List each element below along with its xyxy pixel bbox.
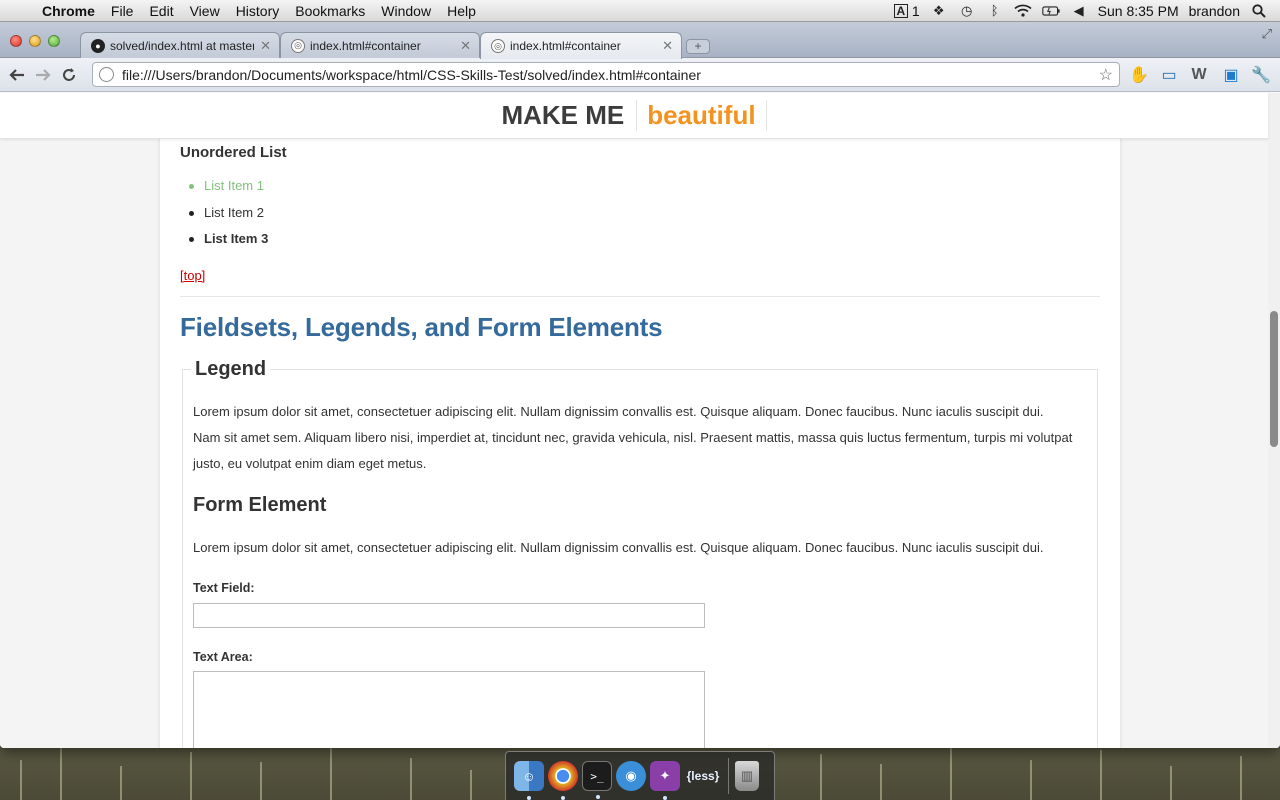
time-machine-icon[interactable]: ◷	[958, 3, 976, 18]
menu-help[interactable]: Help	[439, 3, 484, 19]
window-controls	[10, 35, 60, 47]
terminal-icon[interactable]: >_	[582, 761, 612, 799]
menu-app-name[interactable]: Chrome	[38, 3, 103, 19]
fullscreen-icon[interactable]: ⤢	[1262, 26, 1272, 42]
volume-icon[interactable]: ◀	[1070, 3, 1088, 18]
tab-index-1[interactable]: ◎ index.html#container ✕	[280, 32, 480, 58]
browser-window: ● solved/index.html at master ✕ ◎ index.…	[0, 22, 1280, 748]
address-bar[interactable]: file:///Users/brandon/Documents/workspac…	[92, 62, 1120, 87]
menu-edit[interactable]: Edit	[141, 3, 181, 19]
text-field-input[interactable]	[193, 603, 705, 628]
menu-history[interactable]: History	[228, 3, 288, 19]
legend-paragraph: Lorem ipsum dolor sit amet, consectetuer…	[193, 404, 1073, 471]
new-tab-button[interactable]: +	[686, 39, 710, 54]
menu-bookmarks[interactable]: Bookmarks	[287, 3, 373, 19]
brand-primary[interactable]: MAKE ME	[501, 100, 638, 131]
page-scrollbar[interactable]	[1268, 93, 1280, 748]
dock: ☺ >_ ◉ ✦ {less} ▥	[505, 751, 775, 800]
codekit-icon[interactable]: ✦	[650, 761, 680, 800]
globe-icon: ◎	[291, 38, 305, 53]
wifi-icon[interactable]	[1014, 4, 1032, 18]
scrollbar-thumb[interactable]	[1270, 311, 1278, 447]
forward-button[interactable]	[30, 62, 56, 88]
form-paragraph: Lorem ipsum dolor sit amet, consectetuer…	[193, 540, 1044, 555]
tab-title: index.html#container	[510, 39, 621, 53]
form-element-heading: Form Element	[193, 494, 327, 516]
menu-file[interactable]: File	[103, 3, 142, 19]
list-item: List Item 2	[188, 204, 268, 231]
zoom-window-button[interactable]	[48, 35, 60, 47]
github-icon: ●	[91, 38, 105, 53]
section-divider	[180, 296, 1100, 297]
chrome-icon[interactable]	[548, 761, 578, 800]
browser-toolbar: file:///Users/brandon/Documents/workspac…	[0, 58, 1280, 92]
close-tab-icon[interactable]: ✕	[460, 38, 471, 54]
unordered-list-heading: Unordered List	[180, 144, 287, 161]
section-title: Fieldsets, Legends, and Form Elements	[180, 312, 663, 342]
text-area-input[interactable]	[193, 671, 705, 748]
menu-bar: Chrome File Edit View History Bookmarks …	[0, 0, 1280, 22]
site-header: MAKE ME beautiful	[0, 93, 1268, 139]
brand-accent[interactable]: beautiful	[637, 100, 767, 131]
dock-separator	[728, 758, 729, 794]
page-info-icon[interactable]	[99, 67, 114, 82]
adobe-icon[interactable]: A	[893, 3, 908, 18]
close-tab-icon[interactable]: ✕	[662, 38, 673, 54]
window-resize-extension-icon[interactable]: ▭	[1158, 64, 1180, 86]
tab-strip: ● solved/index.html at master ✕ ◎ index.…	[0, 22, 1280, 59]
fieldset: Legend Lorem ipsum dolor sit amet, conse…	[182, 358, 1098, 748]
tab-index-active[interactable]: ◎ index.html#container ✕	[480, 32, 682, 59]
reload-button[interactable]	[56, 62, 82, 88]
close-window-button[interactable]	[10, 35, 22, 47]
status-menus: A 1 ❖ ◷ ᛒ ◀ Sun 8:35 PM brandon	[893, 2, 1280, 19]
top-link[interactable]: [top]	[180, 268, 205, 283]
screenshot-extension-icon[interactable]: ▣	[1220, 64, 1242, 86]
spotlight-search-icon[interactable]	[1250, 3, 1268, 18]
back-button[interactable]	[4, 62, 30, 88]
text-field-label: Text Field:	[193, 581, 255, 595]
tab-title: solved/index.html at master	[110, 38, 255, 53]
menu-window[interactable]: Window	[373, 3, 439, 19]
minimize-window-button[interactable]	[29, 35, 41, 47]
adobe-badge: 1	[911, 2, 920, 19]
fieldset-legend: Legend	[191, 358, 271, 381]
content-container: Unordered List List Item 1 List Item 2 L…	[160, 133, 1120, 748]
tab-title: index.html#container	[310, 38, 421, 53]
list-item: List Item 1	[188, 177, 268, 204]
battery-icon[interactable]	[1041, 4, 1060, 18]
trash-icon[interactable]: ▥	[735, 761, 759, 791]
url-text: file:///Users/brandon/Documents/workspac…	[122, 66, 701, 83]
bookmark-star-icon[interactable]: ☆	[1099, 65, 1113, 85]
tab-github[interactable]: ● solved/index.html at master ✕	[80, 32, 280, 58]
unordered-list: List Item 1 List Item 2 List Item 3	[188, 177, 268, 257]
clock[interactable]: Sun 8:35 PM	[1098, 3, 1179, 19]
menu-view[interactable]: View	[182, 3, 228, 19]
close-tab-icon[interactable]: ✕	[260, 38, 271, 54]
list-item: List Item 3	[188, 230, 268, 257]
globe-icon: ◎	[491, 39, 505, 53]
bluetooth-icon[interactable]: ᛒ	[986, 3, 1004, 18]
text-area-label: Text Area:	[193, 650, 253, 664]
user-name[interactable]: brandon	[1189, 3, 1240, 19]
dropbox-icon[interactable]: ❖	[930, 3, 948, 18]
finder-icon[interactable]: ☺	[514, 761, 544, 800]
less-app-icon[interactable]: {less}	[684, 761, 722, 791]
extension-icon[interactable]: ✋	[1128, 64, 1150, 86]
facetime-icon[interactable]: ◉	[616, 761, 646, 791]
wrench-menu-icon[interactable]: 🔧	[1250, 64, 1272, 86]
page-viewport: Unordered List List Item 1 List Item 2 L…	[0, 93, 1280, 748]
web-developer-icon[interactable]: W	[1188, 64, 1210, 86]
